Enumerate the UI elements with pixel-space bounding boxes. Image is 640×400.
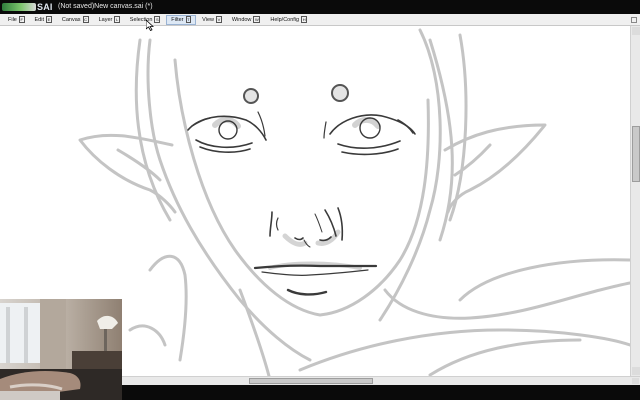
menu-bar: File F Edit E Canvas C Layer L Selection… [0,14,640,26]
title-bar: SAI (Not saved)New canvas.sai (*) [0,0,640,14]
status-bar [122,385,640,400]
horizontal-scroll-thumb[interactable] [249,378,373,384]
menu-accelerator: V [215,16,222,23]
menu-label: Window [231,16,252,23]
menu-accelerator: W [253,16,261,23]
menu-canvas[interactable]: Canvas C [58,15,93,25]
menu-accelerator: E [46,16,52,23]
menu-file[interactable]: File F [4,15,29,25]
menu-accelerator: H [301,16,308,23]
window-title: (Not saved)New canvas.sai (*) [58,3,153,10]
app-logo: SAI [2,2,56,12]
scroll-down-arrow-icon[interactable] [632,367,640,375]
scroll-right-arrow-icon[interactable] [632,378,639,384]
menu-filter[interactable]: Filter T [166,14,197,25]
menu-edit[interactable]: Edit E [31,15,56,25]
menu-label: Layer [98,16,113,23]
menu-label: Canvas [61,16,81,23]
webcam-overlay [0,299,122,400]
logo-text: SAI [37,2,53,12]
menu-label: Edit [34,16,44,23]
scroll-up-arrow-icon[interactable] [632,27,640,35]
menu-label: File [8,16,17,23]
restore-window-icon[interactable] [631,16,637,23]
menu-accelerator: F [18,16,25,23]
vertical-scrollbar[interactable] [630,26,640,376]
webcam-feed-image [0,299,122,400]
menu-help-config[interactable]: Help/Config H [266,15,311,25]
menu-layer[interactable]: Layer L [95,15,124,25]
menu-window[interactable]: Window W [228,15,265,25]
menu-accelerator: C [82,16,89,23]
menu-accelerator: T [185,16,192,23]
mouse-cursor-icon [146,20,154,31]
menu-label: Help/Config [270,16,300,23]
horizontal-scrollbar[interactable] [122,376,640,385]
vertical-scroll-thumb[interactable] [632,126,640,182]
menu-view[interactable]: View V [198,15,226,25]
menu-label: View [202,16,214,23]
menu-accelerator: L [114,16,120,23]
menu-accelerator: S [154,16,161,23]
menu-label: Filter [171,16,184,23]
logo-mark-icon [2,3,36,11]
sketch-light-strokes [78,28,630,376]
